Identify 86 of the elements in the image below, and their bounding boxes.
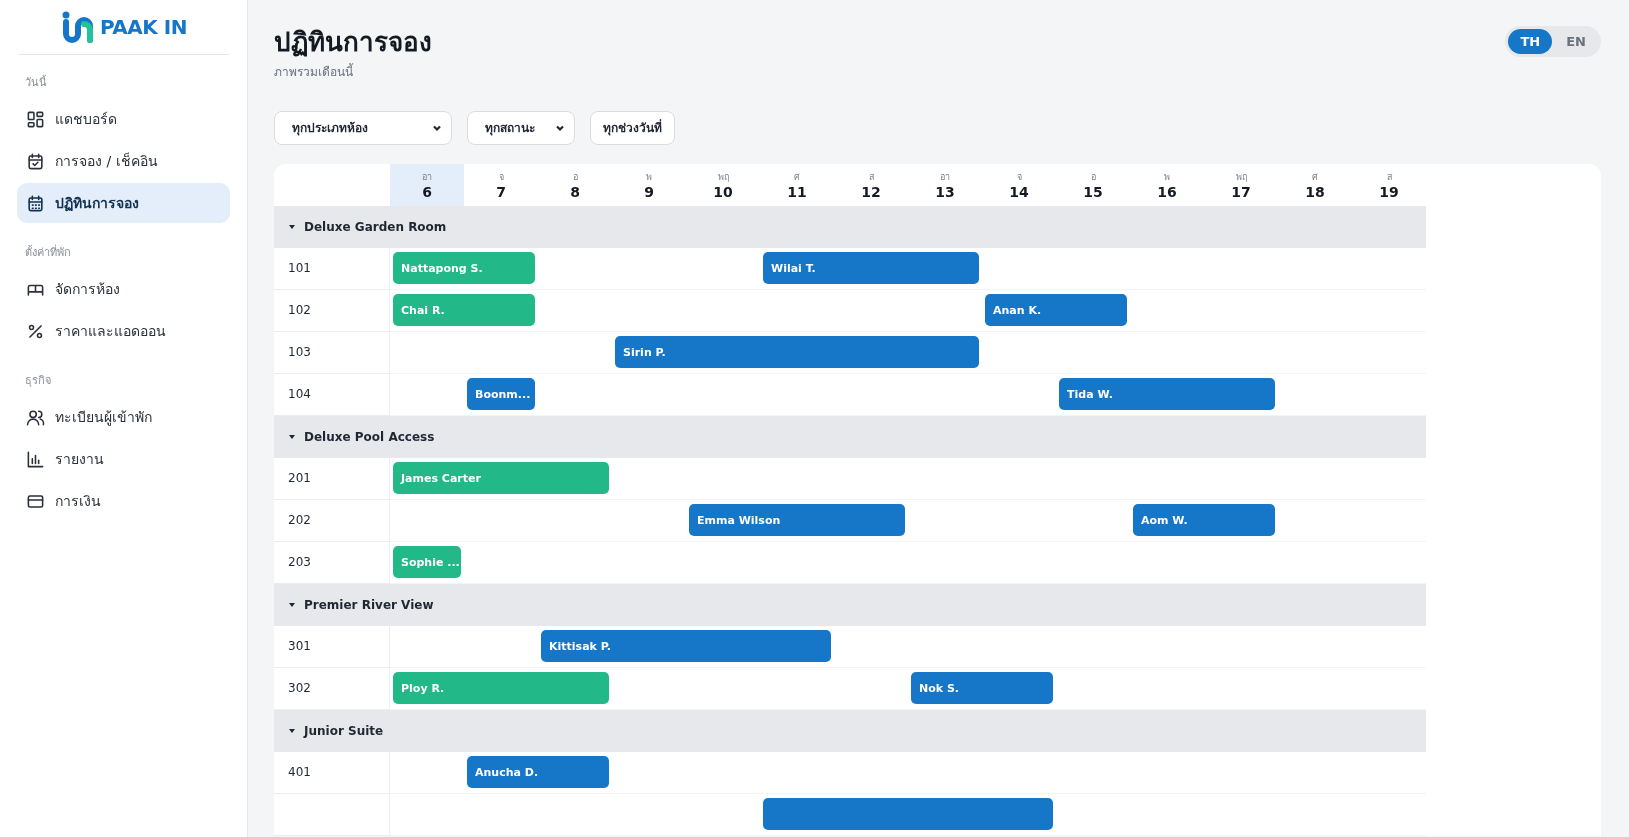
section-heading: ธุรกิจ — [24, 373, 52, 389]
weekday-label: ศ — [794, 170, 800, 184]
calendar-icon — [26, 193, 45, 213]
page-title: ปฏิทินการจอง — [274, 26, 432, 59]
booking-bar[interactable]: Chai R. — [393, 294, 535, 327]
booking-bar[interactable]: Sirin P. — [615, 336, 979, 369]
booking-bar[interactable]: Nok S. — [911, 672, 1053, 705]
booking-bar[interactable]: Boonm... — [467, 378, 535, 411]
date-label: 14 — [1009, 183, 1029, 200]
nav-item[interactable]: ทะเบียนผู้เข้าพัก — [17, 397, 230, 437]
room-number: 102 — [288, 303, 311, 318]
booking-bar[interactable]: Anucha D. — [467, 756, 609, 789]
weekday-label: อ — [572, 170, 578, 184]
weekday-label: จ — [498, 170, 504, 184]
date-label: 6 — [422, 183, 432, 200]
filter-dropdown[interactable]: ทุกสถานะ — [467, 110, 575, 145]
brand-name: PAAK IN — [100, 15, 187, 39]
room-number: 201 — [288, 471, 311, 486]
booking-bar[interactable]: James Carter — [393, 462, 609, 495]
booking-bar[interactable]: Tida W. — [1059, 378, 1275, 411]
filter-dropdown[interactable]: ทุกประเภทห้อง — [274, 110, 452, 145]
booking-bar[interactable] — [763, 798, 1053, 831]
date-label: 18 — [1305, 183, 1325, 200]
bar-chart-icon — [26, 449, 45, 469]
weekday-label: พฤ — [717, 170, 729, 184]
room-type-name: Premier River View — [304, 597, 434, 612]
weekday-label: ส — [868, 170, 874, 184]
users-icon — [26, 407, 45, 427]
section-heading: วันนี้ — [24, 74, 48, 91]
booking-bar[interactable]: Aom W. — [1133, 504, 1275, 537]
language-option[interactable]: EN — [1554, 29, 1598, 54]
date-label: 10 — [713, 183, 733, 200]
date-label: 11 — [787, 183, 807, 200]
room-type-header[interactable]: Premier River View — [274, 583, 1426, 626]
booking-bar[interactable]: Kittisak P. — [541, 630, 831, 663]
weekday-label: พ — [1164, 170, 1170, 184]
nav-item[interactable]: แดชบอร์ด — [17, 99, 230, 139]
nav-item[interactable]: ราคาและแอดออน — [17, 311, 230, 351]
date-label: 8 — [570, 183, 580, 200]
date-label: 16 — [1157, 183, 1177, 200]
nav-item[interactable]: การเงิน — [17, 481, 230, 521]
date-label: 9 — [644, 183, 654, 200]
room-type-name: Junior Suite — [304, 723, 384, 738]
weekday-label: พ — [646, 170, 652, 184]
weekday-label: ศ — [1312, 170, 1318, 184]
date-label: 13 — [935, 183, 955, 200]
room-number: 202 — [288, 513, 311, 528]
weekday-label: อา — [940, 170, 950, 184]
room-number: 302 — [288, 681, 311, 696]
date-range-button[interactable]: ทุกช่วงวันที่ — [590, 110, 675, 145]
weekday-label: พฤ — [1235, 170, 1247, 184]
language-option[interactable]: TH — [1508, 29, 1553, 54]
room-type-name: Deluxe Garden Room — [304, 219, 447, 234]
weekday-label: อา — [422, 170, 432, 184]
page-subtitle: ภาพรวมเดือนนี้ — [274, 62, 355, 81]
date-label: 17 — [1231, 183, 1251, 200]
room-type-header[interactable]: Junior Suite — [274, 709, 1426, 752]
booking-bar[interactable]: Anan K. — [985, 294, 1127, 327]
calendar-check-icon — [26, 151, 45, 171]
booking-bar[interactable]: Ploy R. — [393, 672, 609, 705]
booking-bar[interactable]: Emma Wilson — [689, 504, 905, 537]
section-heading: ตั้งค่าที่พัก — [24, 243, 72, 261]
room-type-name: Deluxe Pool Access — [304, 429, 435, 444]
date-label: 12 — [861, 183, 881, 200]
booking-bar[interactable]: Sophie ... — [393, 546, 461, 579]
room-number: 203 — [288, 555, 311, 570]
weekday-label: ส — [1386, 170, 1392, 184]
room-number: 401 — [288, 765, 311, 780]
date-label: 19 — [1379, 183, 1399, 200]
room-type-header[interactable]: Deluxe Pool Access — [274, 415, 1426, 458]
nav-item[interactable]: รายงาน — [17, 439, 230, 479]
room-number: 103 — [288, 345, 311, 360]
booking-bar[interactable]: Nattapong S. — [393, 252, 535, 285]
date-label: 15 — [1083, 183, 1103, 200]
booking-bar[interactable]: Wilai T. — [763, 252, 979, 285]
room-number: 101 — [288, 261, 311, 276]
nav-item[interactable]: ปฏิทินการจอง — [17, 183, 230, 223]
weekday-label: อ — [1090, 170, 1096, 184]
dashboard-icon — [26, 109, 45, 129]
nav-item[interactable]: จัดการห้อง — [17, 269, 230, 309]
weekday-label: จ — [1016, 170, 1022, 184]
date-label: 7 — [496, 183, 506, 200]
room-number: 104 — [288, 387, 311, 402]
room-number: 301 — [288, 639, 311, 654]
nav-item[interactable]: การจอง / เช็คอิน — [17, 141, 230, 181]
room-type-header[interactable]: Deluxe Garden Room — [274, 205, 1426, 248]
